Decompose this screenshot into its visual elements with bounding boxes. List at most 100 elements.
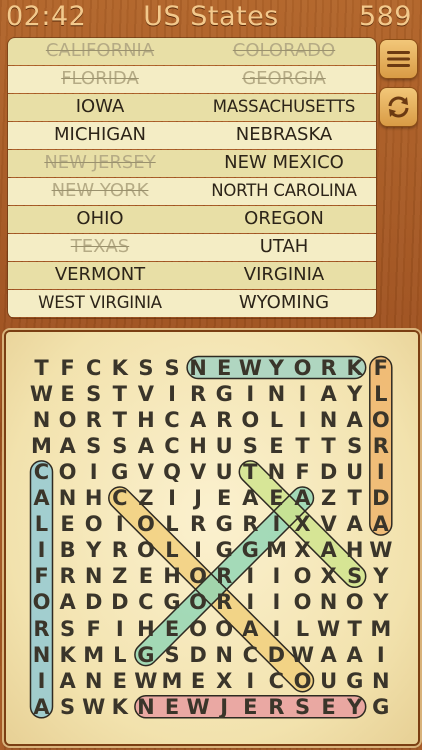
grid-cell[interactable]: J — [211, 694, 237, 720]
grid-cell[interactable]: W — [316, 616, 342, 642]
grid-cell[interactable]: V — [133, 381, 159, 407]
grid-cell[interactable]: N — [81, 668, 107, 694]
grid-cell[interactable]: S — [81, 381, 107, 407]
grid-cell[interactable]: V — [185, 459, 211, 485]
grid-cell[interactable]: O — [133, 537, 159, 563]
grid-cell[interactable]: I — [368, 642, 394, 668]
grid-cell[interactable]: X — [290, 511, 316, 537]
grid-cell[interactable]: N — [55, 485, 81, 511]
grid-cell[interactable]: U — [211, 459, 237, 485]
grid-cell[interactable]: I — [29, 668, 55, 694]
grid-cell[interactable]: R — [237, 511, 263, 537]
grid-cell[interactable]: R — [211, 407, 237, 433]
grid-cell[interactable]: I — [107, 616, 133, 642]
grid-cell[interactable]: W — [81, 694, 107, 720]
grid-cell[interactable]: O — [290, 589, 316, 615]
grid-cell[interactable]: C — [29, 459, 55, 485]
grid-cell[interactable]: I — [237, 563, 263, 589]
grid-cell[interactable]: U — [211, 433, 237, 459]
grid-cell[interactable]: I — [237, 668, 263, 694]
grid-cell[interactable]: O — [29, 589, 55, 615]
grid-cell[interactable]: W — [133, 668, 159, 694]
grid-cell[interactable]: X — [290, 537, 316, 563]
grid-cell[interactable]: Q — [159, 459, 185, 485]
grid-cell[interactable]: K — [107, 355, 133, 381]
grid-cell[interactable]: L — [29, 511, 55, 537]
grid-cell[interactable]: O — [290, 563, 316, 589]
grid-cell[interactable]: C — [159, 407, 185, 433]
grid-cell[interactable]: G — [342, 668, 368, 694]
grid-cell[interactable]: R — [316, 355, 342, 381]
grid-cell[interactable]: Y — [342, 694, 368, 720]
grid-cell[interactable]: C — [133, 589, 159, 615]
grid-cell[interactable]: O — [185, 563, 211, 589]
grid-cell[interactable]: A — [29, 694, 55, 720]
grid-cell[interactable]: G — [159, 589, 185, 615]
grid-cell[interactable]: O — [185, 589, 211, 615]
grid-cell[interactable]: K — [55, 642, 81, 668]
grid-cell[interactable]: F — [81, 616, 107, 642]
grid-cell[interactable]: E — [263, 433, 289, 459]
grid-cell[interactable]: D — [81, 589, 107, 615]
grid-cell[interactable]: D — [185, 642, 211, 668]
grid-cell[interactable]: N — [29, 642, 55, 668]
grid-cell[interactable]: K — [342, 355, 368, 381]
grid-cell[interactable]: S — [237, 433, 263, 459]
grid-cell[interactable]: C — [159, 433, 185, 459]
grid-cell[interactable]: A — [55, 589, 81, 615]
grid-cell[interactable]: H — [159, 563, 185, 589]
grid-cell[interactable]: A — [342, 511, 368, 537]
grid-cell[interactable]: H — [185, 433, 211, 459]
grid-cell[interactable]: R — [107, 537, 133, 563]
grid-cell[interactable]: E — [263, 485, 289, 511]
grid-cell[interactable]: F — [55, 355, 81, 381]
grid-cell[interactable]: N — [185, 355, 211, 381]
grid-cell[interactable]: R — [55, 563, 81, 589]
grid-cell[interactable]: E — [185, 668, 211, 694]
grid-cell[interactable]: A — [185, 407, 211, 433]
grid-cell[interactable]: U — [342, 459, 368, 485]
grid-cell[interactable]: S — [55, 694, 81, 720]
grid-cell[interactable]: N — [211, 642, 237, 668]
grid-cell[interactable]: G — [133, 642, 159, 668]
grid-cell[interactable]: L — [263, 407, 289, 433]
grid-cell[interactable]: T — [237, 459, 263, 485]
grid-cell[interactable]: O — [133, 511, 159, 537]
grid-cell[interactable]: A — [316, 642, 342, 668]
grid-cell[interactable]: I — [237, 589, 263, 615]
grid-cell[interactable]: S — [159, 355, 185, 381]
grid-cell[interactable]: Y — [368, 563, 394, 589]
grid-cell[interactable]: C — [107, 485, 133, 511]
grid-cell[interactable]: I — [237, 381, 263, 407]
grid-cell[interactable]: T — [29, 355, 55, 381]
grid-cell[interactable]: X — [211, 668, 237, 694]
grid-cell[interactable]: I — [263, 589, 289, 615]
grid-cell[interactable]: J — [185, 485, 211, 511]
grid-cell[interactable]: M — [263, 537, 289, 563]
grid-cell[interactable]: N — [368, 668, 394, 694]
grid-cell[interactable]: I — [185, 537, 211, 563]
grid-cell[interactable]: A — [237, 616, 263, 642]
grid-cell[interactable]: O — [368, 407, 394, 433]
grid-cell[interactable]: T — [342, 616, 368, 642]
grid-cell[interactable]: N — [29, 407, 55, 433]
grid-cell[interactable]: G — [211, 381, 237, 407]
grid-cell[interactable]: O — [237, 407, 263, 433]
grid-cell[interactable]: L — [107, 642, 133, 668]
grid-cell[interactable]: T — [342, 485, 368, 511]
grid-cell[interactable]: O — [185, 616, 211, 642]
grid-cell[interactable]: G — [237, 537, 263, 563]
grid-cell[interactable]: O — [55, 407, 81, 433]
grid-cell[interactable]: O — [290, 355, 316, 381]
grid-cell[interactable]: L — [290, 616, 316, 642]
grid-cell[interactable]: R — [263, 694, 289, 720]
grid-cell[interactable]: A — [55, 433, 81, 459]
grid-cell[interactable]: E — [211, 355, 237, 381]
grid-cell[interactable]: R — [211, 589, 237, 615]
grid-cell[interactable]: A — [237, 485, 263, 511]
grid-cell[interactable]: A — [55, 668, 81, 694]
grid-cell[interactable]: S — [342, 563, 368, 589]
grid-cell[interactable]: R — [368, 433, 394, 459]
grid-cell[interactable]: L — [368, 381, 394, 407]
grid-cell[interactable]: M — [81, 642, 107, 668]
